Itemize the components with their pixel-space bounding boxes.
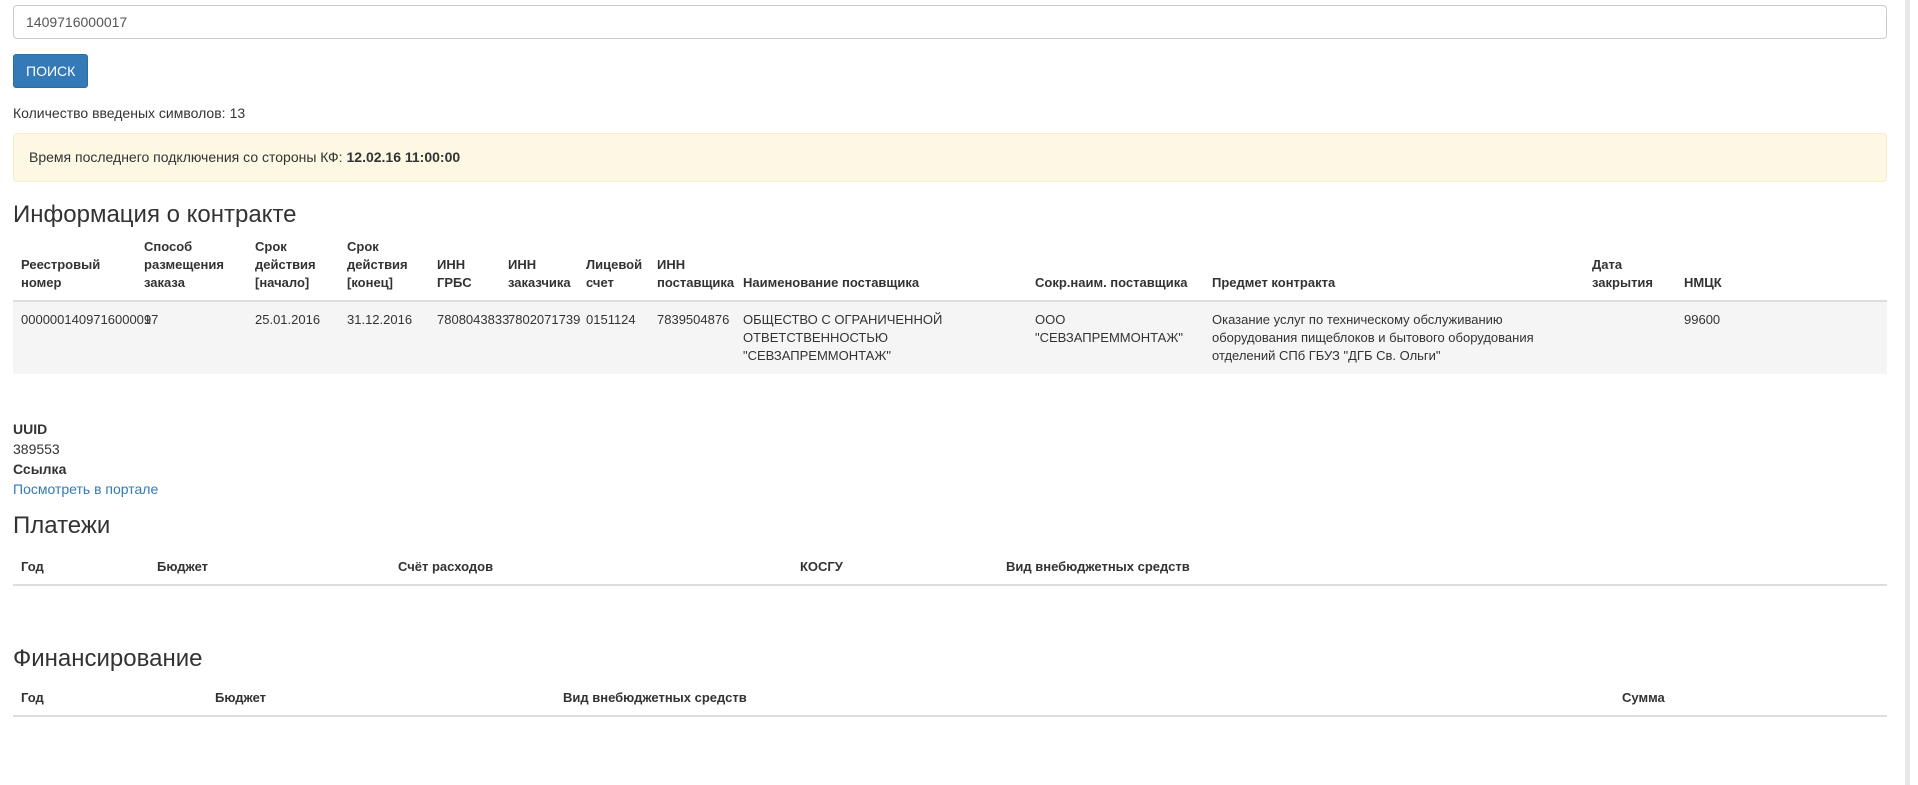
- col-close-date: Дата закрытия: [1592, 257, 1654, 290]
- cell-nmck: 99600: [1684, 312, 1721, 327]
- financing-section-title: Финансирование: [13, 645, 203, 672]
- pay-col-budget: Бюджет: [157, 559, 208, 574]
- char-counter-value: 13: [229, 105, 246, 121]
- col-subject: Предмет контракта: [1212, 275, 1336, 290]
- cell-inn-grbs: 7808043833: [437, 312, 510, 327]
- pay-col-year: Год: [21, 559, 44, 574]
- col-registry-number: Реестровый номер: [21, 257, 101, 290]
- cell-supplier-short: ООО "СЕВЗАПРЕММОНТАЖ": [1035, 312, 1183, 345]
- vertical-scrollbar[interactable]: [1888, 0, 1918, 785]
- cell-supplier-name: ОБЩЕСТВО С ОГРАНИЧЕННОЙ ОТВЕТСТВЕННОСТЬЮ…: [743, 312, 943, 363]
- cell-term-start: 25.01.2016: [255, 312, 321, 327]
- col-supplier-short: Сокр.наим. поставщика: [1035, 275, 1188, 290]
- contract-section-title: Информация о контракте: [13, 201, 297, 228]
- contract-table-header: Реестровый номер Способ размещения заказ…: [13, 230, 1887, 301]
- col-inn-supplier: ИНН поставщика: [657, 257, 735, 290]
- col-placement-method: Способ размещения заказа: [144, 239, 224, 290]
- char-counter-label: Количество введеных символов:: [13, 105, 226, 121]
- fin-col-budget: Бюджет: [215, 690, 266, 705]
- uuid-label: UUID: [13, 421, 48, 437]
- table-row: 0000001409716000017 9 25.01.2016 31.12.2…: [13, 301, 1887, 374]
- col-account: Лицевой счет: [586, 257, 643, 290]
- fin-col-year: Год: [21, 690, 44, 705]
- fin-col-sum: Сумма: [1622, 690, 1665, 705]
- payments-section-title: Платежи: [13, 512, 111, 539]
- pay-col-offbudget-type: Вид внебюджетных средств: [1006, 559, 1190, 574]
- link-label: Ссылка: [13, 461, 67, 477]
- financing-table-header: Год Бюджет Вид внебюджетных средств Сумм…: [13, 684, 1887, 716]
- payments-table-header: Год Бюджет Счёт расходов КОСГУ Вид внебю…: [13, 553, 1887, 585]
- cell-inn-customer: 7802071739: [508, 312, 581, 327]
- contract-table: Реестровый номер Способ размещения заказ…: [13, 230, 1887, 374]
- financing-table: Год Бюджет Вид внебюджетных средств Сумм…: [13, 684, 1887, 717]
- alert-text: Время последнего подключения со стороны …: [29, 149, 343, 165]
- col-inn-grbs: ИНН ГРБС: [437, 257, 472, 290]
- cell-subject: Оказание услуг по техническому обслужива…: [1212, 312, 1534, 363]
- last-connection-alert: Время последнего подключения со стороны …: [13, 133, 1887, 182]
- cell-term-end: 31.12.2016: [347, 312, 413, 327]
- payments-table: Год Бюджет Счёт расходов КОСГУ Вид внебю…: [13, 553, 1887, 586]
- col-inn-customer: ИНН заказчика: [508, 257, 571, 290]
- portal-link[interactable]: Посмотреть в портале: [13, 481, 158, 497]
- alert-timestamp: 12.02.16 11:00:00: [346, 149, 461, 165]
- cell-close-date: [1584, 301, 1676, 374]
- col-supplier-name: Наименование поставщика: [743, 275, 920, 290]
- char-counter: Количество введеных символов: 13: [13, 103, 1887, 123]
- fin-col-offbudget-type: Вид внебюджетных средств: [563, 690, 747, 705]
- contract-meta: UUID 389553 Ссылка Посмотреть в портале: [13, 419, 1887, 499]
- pay-col-kosgu: КОСГУ: [800, 559, 843, 574]
- col-term-start: Срок действия [начало]: [255, 239, 316, 290]
- page-content: ПОИСК Количество введеных символов:13 Вр…: [13, 5, 1887, 717]
- col-term-end: Срок действия [конец]: [347, 239, 408, 290]
- uuid-value: 389553: [13, 441, 60, 457]
- scrollbar-thumb[interactable]: [1905, 0, 1910, 785]
- col-nmck: НМЦК: [1684, 275, 1722, 290]
- cell-account: 0151124: [586, 312, 636, 327]
- cell-registry-number: 0000001409716000017: [21, 312, 159, 327]
- search-input[interactable]: [13, 5, 1887, 39]
- search-button[interactable]: ПОИСК: [13, 54, 89, 88]
- cell-inn-supplier: 7839504876: [657, 312, 730, 327]
- pay-col-expense-account: Счёт расходов: [398, 559, 494, 574]
